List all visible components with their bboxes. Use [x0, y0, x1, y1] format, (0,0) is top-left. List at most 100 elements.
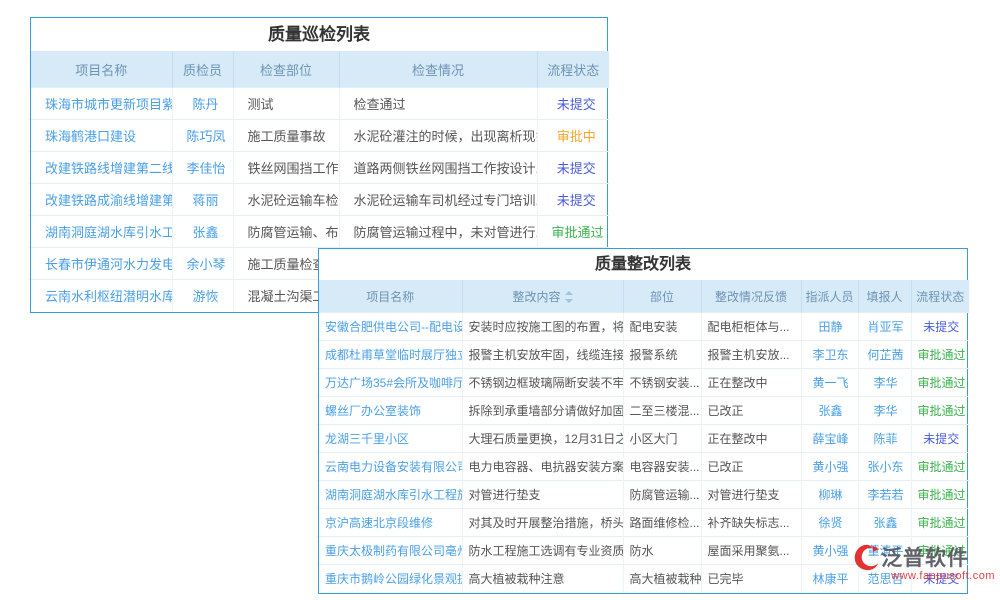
cell-link[interactable]: 长春市伊通河水力发电...: [31, 248, 172, 280]
cell-link[interactable]: 珠海市城市更新项目紫...: [31, 88, 172, 120]
cell-text: 检查通过: [339, 88, 537, 120]
cell-person: 张鑫: [858, 509, 911, 537]
cell-link[interactable]: 云南水利枢纽潜明水库...: [31, 280, 172, 312]
cell-status: 审批通过: [911, 509, 969, 537]
cell-person: 李若若: [858, 481, 911, 509]
table-row: 珠海市城市更新项目紫...陈丹测试检查通过未提交: [31, 88, 609, 120]
cell-text: 防水: [623, 537, 701, 565]
cell-link[interactable]: 重庆太极制药有限公司亳州中...: [319, 537, 462, 565]
cell-person: 黄一飞: [801, 369, 858, 397]
column-header-label: 质检员: [183, 63, 222, 78]
table-row: 改建铁路成渝线增建第...蒋丽水泥砼运输车检查水泥砼运输车司机经过专门培训...…: [31, 184, 609, 216]
cell-link[interactable]: 珠海鹤港口建设: [31, 120, 172, 152]
cell-text: 二至三楼混...: [623, 397, 701, 425]
cell-text: 拆除到承重墙部分请做好加固...: [462, 397, 623, 425]
column-header-6: 填报人: [858, 280, 911, 313]
table-row: 万达广场35#会所及咖啡厅空...不锈钢边框玻璃隔断安装不牢...不锈钢安装..…: [319, 369, 969, 397]
cell-text: 对管进行垫支: [462, 481, 623, 509]
cell-link[interactable]: 螺丝厂办公室装饰: [319, 397, 462, 425]
cell-link[interactable]: 湖南洞庭湖水库引水工...: [31, 216, 172, 248]
cell-person: 李卫东: [801, 341, 858, 369]
cell-text: 水泥砼灌注的时候，出现离析现象: [339, 120, 537, 152]
cell-text: 安装时应按施工图的布置，将...: [462, 313, 623, 341]
cell-text: 施工质量事故: [233, 120, 339, 152]
cell-person: 余小琴: [172, 248, 233, 280]
cell-status: 未提交: [537, 184, 609, 216]
column-header-2: 质检员: [172, 51, 233, 88]
cell-text: 大理石质量更换，12月31日之...: [462, 425, 623, 453]
cell-text: 补齐缺失标志...: [701, 509, 801, 537]
cell-text: 配电安装: [623, 313, 701, 341]
cell-status: 审批通过: [911, 397, 969, 425]
cell-link[interactable]: 京沪高速北京段维修: [319, 509, 462, 537]
table-row: 成都杜甫草堂临时展厅独立展...报警主机安放牢固，线缆连接...报警系统报警主机…: [319, 341, 969, 369]
sort-icon[interactable]: [565, 291, 573, 303]
cell-text: 报警主机安放牢固，线缆连接...: [462, 341, 623, 369]
column-header-label: 整改内容: [512, 290, 560, 304]
cell-text: 高大植被栽种: [623, 565, 701, 593]
column-header-1: 项目名称: [31, 51, 172, 88]
cell-text: 不锈钢安装...: [623, 369, 701, 397]
brand-name: 泛普软件: [881, 542, 969, 572]
cell-text: 不锈钢边框玻璃隔断安装不牢...: [462, 369, 623, 397]
cell-text: 小区大门: [623, 425, 701, 453]
cell-person: 陈巧凤: [172, 120, 233, 152]
header-row: 项目名称质检员检查部位 检查情况 流程状态: [31, 51, 609, 88]
column-header-label: 流程状态: [916, 290, 964, 304]
table-row: 螺丝厂办公室装饰拆除到承重墙部分请做好加固...二至三楼混...已改正张鑫李华审…: [319, 397, 969, 425]
cell-text: 电力电容器、电抗器安装方案,...: [462, 453, 623, 481]
cell-text: 道路两侧铁丝网围挡工作按设计...: [339, 152, 537, 184]
cell-status: 审批通过: [911, 341, 969, 369]
cell-person: 薛宝峰: [801, 425, 858, 453]
column-header-label: 部位: [650, 290, 674, 304]
column-header-label: 整改情况反馈: [715, 290, 787, 304]
cell-status: 审批通过: [537, 216, 609, 248]
cell-person: 李华: [858, 397, 911, 425]
cell-link[interactable]: 万达广场35#会所及咖啡厅空...: [319, 369, 462, 397]
cell-person: 陈丹: [172, 88, 233, 120]
cell-text: 水泥砼运输车检查: [233, 184, 339, 216]
cell-status: 审批通过: [911, 481, 969, 509]
cell-link[interactable]: 安徽合肥供电公司--配电设备...: [319, 313, 462, 341]
column-header-2[interactable]: 整改内容: [462, 280, 623, 313]
header-row: 项目名称整改内容部位整改情况反馈指派人员填报人流程状态: [319, 280, 969, 313]
table-row: 云南电力设备安装有限公司20...电力电容器、电抗器安装方案,...电容器安装.…: [319, 453, 969, 481]
column-header-label: 流程状态: [547, 63, 599, 78]
column-header-label: 指派人员: [805, 290, 853, 304]
cell-link[interactable]: 重庆市鹅岭公园绿化景观提升...: [319, 565, 462, 593]
cell-status: 审批中: [537, 120, 609, 152]
column-header-3: 部位: [623, 280, 701, 313]
cell-text: 屋面采用聚氨...: [701, 537, 801, 565]
cell-text: 已改正: [701, 397, 801, 425]
brand-watermark: 泛普软件 www.fanpusoft.com: [853, 542, 995, 582]
cell-status: 未提交: [911, 425, 969, 453]
cell-text: 报警系统: [623, 341, 701, 369]
cell-status: 审批通过: [911, 453, 969, 481]
cell-text: 电容器安装...: [623, 453, 701, 481]
brand-url: www.fanpusoft.com: [853, 570, 995, 582]
fanpu-logo-icon: [853, 543, 881, 571]
column-header-label: 检查情况: [412, 63, 464, 78]
cell-text: 报警主机安放...: [701, 341, 801, 369]
column-header-5: 流程状态: [537, 51, 609, 88]
cell-link[interactable]: 云南电力设备安装有限公司20...: [319, 453, 462, 481]
table-row: 龙湖三千里小区大理石质量更换，12月31日之...小区大门正在整改中薛宝峰陈菲未…: [319, 425, 969, 453]
table-row: 改建铁路线增建第二线...李佳怡铁丝网围挡工作检查道路两侧铁丝网围挡工作按设计.…: [31, 152, 609, 184]
page-canvas: 质量巡检列表 项目名称质检员检查部位检查情况流程状态珠海市城市更新项目紫...陈…: [0, 0, 1000, 600]
column-header-3: 检查部位: [233, 51, 339, 88]
cell-person: 林康平: [801, 565, 858, 593]
cell-link[interactable]: 成都杜甫草堂临时展厅独立展...: [319, 341, 462, 369]
cell-link[interactable]: 改建铁路成渝线增建第...: [31, 184, 172, 216]
cell-text: 正在整改中: [701, 425, 801, 453]
cell-text: 水泥砼运输车司机经过专门培训...: [339, 184, 537, 216]
cell-link[interactable]: 湖南洞庭湖水库引水工程施工标: [319, 481, 462, 509]
cell-status: 未提交: [537, 88, 609, 120]
cell-text: 对管进行垫支: [701, 481, 801, 509]
cell-text: 防腐管运输...: [623, 481, 701, 509]
cell-person: 黄小强: [801, 537, 858, 565]
cell-link[interactable]: 改建铁路线增建第二线...: [31, 152, 172, 184]
table-row: 安徽合肥供电公司--配电设备...安装时应按施工图的布置，将...配电安装配电柜…: [319, 313, 969, 341]
cell-text: 配电柜柜体与...: [701, 313, 801, 341]
cell-person: 李华: [858, 369, 911, 397]
cell-link[interactable]: 龙湖三千里小区: [319, 425, 462, 453]
